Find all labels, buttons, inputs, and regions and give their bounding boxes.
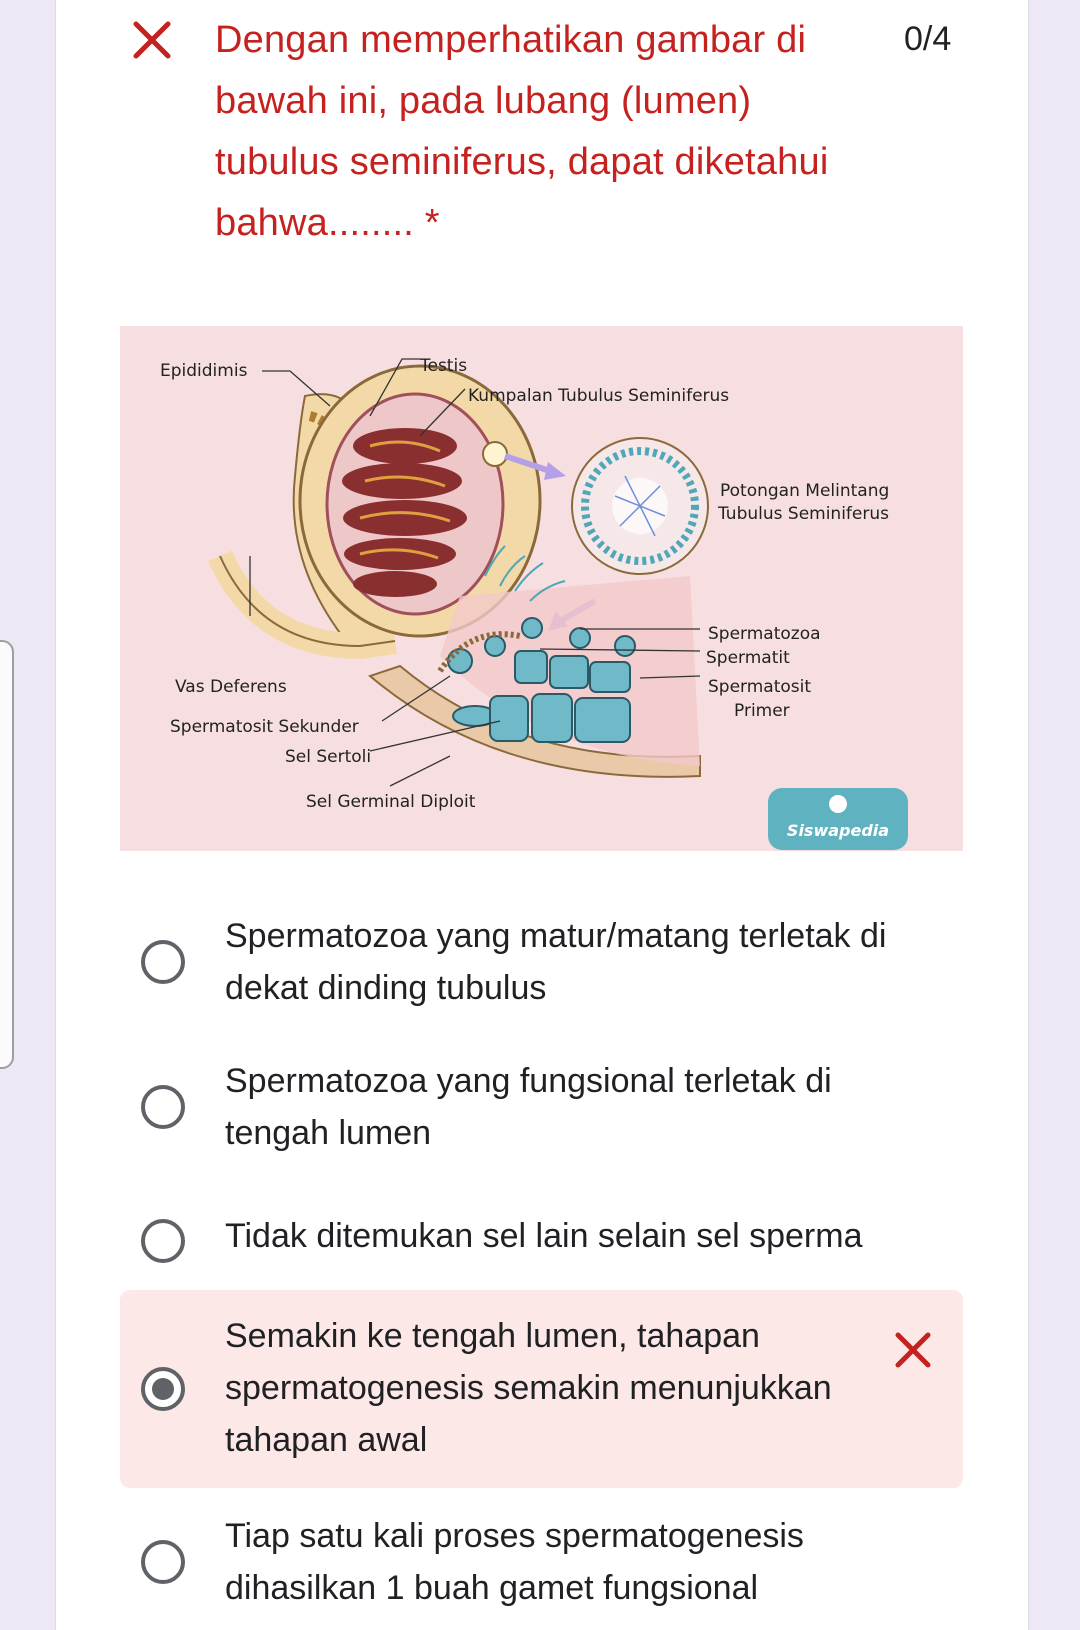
option-5[interactable]: Tiap satu kali proses spermatogenesis di… bbox=[120, 1510, 963, 1620]
radio-option-1[interactable] bbox=[141, 940, 185, 984]
option-1[interactable]: Spermatozoa yang matur/matang terletak d… bbox=[120, 910, 963, 1030]
label-potongan-2: Tubulus Seminiferus bbox=[717, 504, 889, 524]
option-4[interactable]: Semakin ke tengah lumen, tahapan spermat… bbox=[120, 1290, 963, 1488]
radio-option-3[interactable] bbox=[141, 1219, 185, 1263]
question-title: Dengan memperhatikan gambar di bawah ini… bbox=[215, 19, 829, 244]
side-panel-handle[interactable] bbox=[0, 640, 14, 1069]
label-potongan-1: Potongan Melintang bbox=[720, 481, 889, 501]
option-3-label: Tidak ditemukan sel lain selain sel sper… bbox=[225, 1217, 863, 1255]
watermark-siswapedia: Siswapedia bbox=[787, 821, 889, 840]
radio-option-4-selected[interactable] bbox=[141, 1367, 185, 1411]
label-spermatosit-sekunder: Spermatosit Sekunder bbox=[170, 717, 359, 737]
label-kumpalan: Kumpalan Tubulus Seminiferus bbox=[468, 386, 729, 406]
label-spermatosit-1: Spermatosit bbox=[708, 677, 811, 697]
label-sel-sertoli: Sel Sertoli bbox=[285, 747, 371, 767]
label-sel-germinal: Sel Germinal Diploit bbox=[306, 792, 476, 812]
question-score: 0/4 bbox=[904, 20, 952, 58]
label-spermatozoa: Spermatozoa bbox=[708, 624, 821, 644]
label-vas-deferens: Vas Deferens bbox=[175, 677, 287, 697]
question-image: Epididimis Testis Kumpalan Tubulus Semin… bbox=[120, 326, 963, 851]
label-testis: Testis bbox=[419, 356, 467, 376]
option-5-label: Tiap satu kali proses spermatogenesis di… bbox=[225, 1517, 804, 1607]
label-spermatit: Spermatit bbox=[706, 648, 790, 668]
option-1-label: Spermatozoa yang matur/matang terletak d… bbox=[225, 917, 887, 1007]
option-2[interactable]: Spermatozoa yang fungsional terletak di … bbox=[120, 1055, 963, 1175]
label-spermatosit-2: Primer bbox=[734, 701, 790, 721]
option-4-label: Semakin ke tengah lumen, tahapan spermat… bbox=[225, 1317, 832, 1459]
radio-option-5[interactable] bbox=[141, 1540, 185, 1584]
wrong-answer-x-icon bbox=[895, 1332, 931, 1368]
option-3[interactable]: Tidak ditemukan sel lain selain sel sper… bbox=[120, 1210, 963, 1280]
option-2-label: Spermatozoa yang fungsional terletak di … bbox=[225, 1062, 832, 1152]
x-icon bbox=[133, 21, 171, 59]
radio-option-2[interactable] bbox=[141, 1085, 185, 1129]
label-epididimis: Epididimis bbox=[160, 361, 248, 381]
